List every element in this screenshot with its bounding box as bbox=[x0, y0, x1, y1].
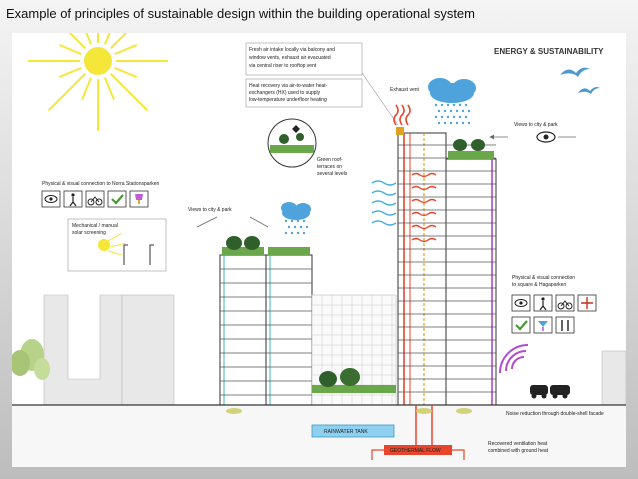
views-left-label: Views to city & park bbox=[188, 207, 232, 213]
wind-arrow bbox=[371, 210, 397, 216]
physical-left-label: Physical & visual connection to Norra St… bbox=[42, 181, 160, 187]
wind-arrow bbox=[371, 190, 397, 196]
bike-icon bbox=[85, 190, 105, 208]
green-roof-bubble bbox=[267, 118, 317, 168]
slide-title: Example of principles of sustainable des… bbox=[6, 6, 475, 21]
wind-arrow bbox=[371, 200, 397, 206]
sustainability-diagram: ENERGY & SUSTAINABILITY Fresh air intake… bbox=[12, 33, 626, 467]
solar-screening-box: Mechanical / manual solar screening bbox=[67, 218, 167, 272]
wind-arrow bbox=[371, 180, 397, 186]
diagram-header: ENERGY & SUSTAINABILITY bbox=[494, 47, 604, 56]
cars-icon bbox=[530, 385, 570, 399]
eye-icon bbox=[536, 131, 556, 143]
noise-label: Noise reduction through double-shell fac… bbox=[506, 411, 604, 417]
atrium-glass bbox=[311, 294, 397, 406]
cocktail-icon bbox=[533, 316, 553, 334]
exhaust-vent-label: Exhaust vent bbox=[390, 87, 420, 93]
birds-icon bbox=[560, 67, 600, 94]
fresh-air-callout: Fresh air intake locally via balcony and… bbox=[245, 42, 363, 76]
svg-text:RAINWATER TANK: RAINWATER TANK bbox=[324, 429, 368, 435]
green-roof-label: Green roof-terraces on several levels bbox=[317, 157, 348, 177]
building-low-block bbox=[219, 236, 313, 406]
check-icon bbox=[511, 316, 531, 334]
heat-recovery-callout: Heat recovery via air-to-water heat-exch… bbox=[245, 78, 363, 108]
wind-arrows bbox=[371, 180, 397, 226]
check-icon bbox=[107, 190, 127, 208]
neighbour-building bbox=[43, 294, 175, 406]
walk-icon bbox=[533, 294, 553, 312]
exhaust-heat-icon bbox=[393, 104, 411, 126]
cutlery-icon bbox=[555, 316, 575, 334]
wind-arrow bbox=[371, 220, 397, 226]
physical-right-label: Physical & visual connection to square & … bbox=[512, 275, 575, 288]
arrows-icon bbox=[577, 294, 597, 312]
rain-cloud-small-icon bbox=[281, 202, 311, 235]
recovered-heat-label: Recovered ventilation heat combined with … bbox=[488, 441, 549, 454]
noise-waves-icon bbox=[499, 344, 529, 374]
eye-icon bbox=[511, 294, 531, 312]
views-right-label: Views to city & park bbox=[514, 122, 558, 128]
svg-text:GEOTHERMAL FLOW: GEOTHERMAL FLOW bbox=[390, 448, 441, 454]
walk-icon bbox=[63, 190, 83, 208]
svg-text:Heat recovery via air-to-water: Heat recovery via air-to-water heat-exch… bbox=[249, 83, 328, 103]
sun-icon bbox=[28, 33, 168, 131]
rainwater-tank: RAINWATER TANK bbox=[311, 424, 395, 438]
rain-cloud-icon bbox=[428, 78, 476, 125]
tower-building bbox=[396, 127, 497, 406]
eye-icon bbox=[41, 190, 61, 208]
bike-icon bbox=[555, 294, 575, 312]
trophy-icon bbox=[129, 190, 149, 208]
